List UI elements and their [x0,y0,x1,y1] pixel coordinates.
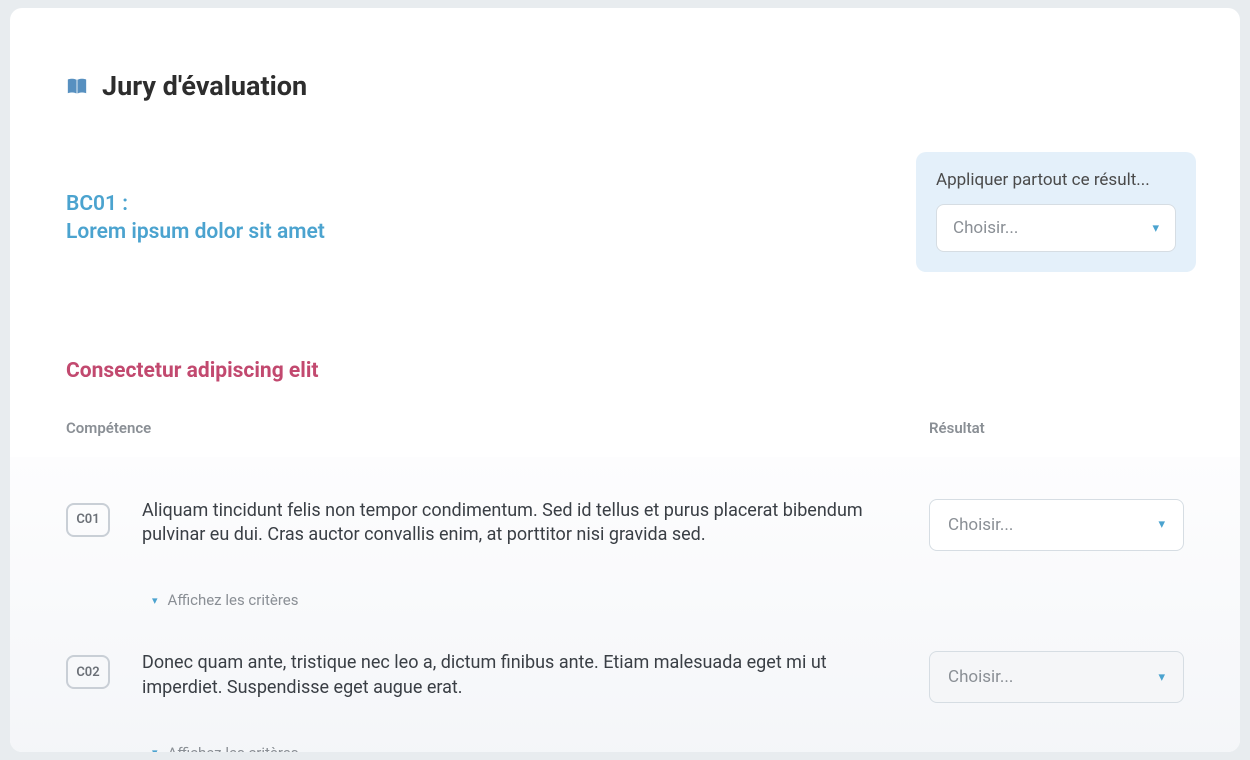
columns-header: Compétence Résultat [10,383,1240,437]
result-select[interactable]: Choisir... ▾ [929,651,1184,703]
select-placeholder: Choisir... [948,515,1013,535]
chevron-down-icon: ▾ [1158,670,1165,685]
apply-everywhere-select[interactable]: Choisir... ▾ [936,204,1176,252]
card-header: Jury d'évaluation [10,8,1240,102]
apply-everywhere-box: Appliquer partout ce résult... Choisir..… [916,152,1196,272]
row-body: Donec quam ante, tristique nec leo a, di… [142,651,1184,752]
chevron-down-icon: ▾ [1152,221,1159,236]
description-column: Donec quam ante, tristique nec leo a, di… [142,651,889,752]
chevron-down-icon: ▾ [152,746,158,752]
column-label-result: Résultat [929,419,1184,437]
table-row: C01 Aliquam tincidunt felis non tempor c… [10,457,1240,610]
select-placeholder: Choisir... [953,218,1018,238]
result-column: Choisir... ▾ [929,651,1184,752]
table-row: C02 Donec quam ante, tristique nec leo a… [10,609,1240,752]
description-column: Aliquam tincidunt felis non tempor condi… [142,499,889,610]
criteria-toggle-label: Affichez les critères [168,591,299,609]
column-label-competence: Compétence [66,419,929,437]
chevron-down-icon: ▾ [152,594,158,607]
evaluation-card: Jury d'évaluation BC01 : Lorem ipsum dol… [10,8,1240,752]
apply-everywhere-label: Appliquer partout ce résult... [936,170,1176,190]
show-criteria-toggle[interactable]: ▾ Affichez les critères [142,591,889,609]
select-placeholder: Choisir... [948,667,1013,687]
competence-code-badge: C02 [66,655,110,689]
competence-description: Donec quam ante, tristique nec leo a, di… [142,651,872,700]
bc-title: Lorem ipsum dolor sit amet [66,218,325,246]
top-section: BC01 : Lorem ipsum dolor sit amet Appliq… [10,102,1240,247]
show-criteria-toggle[interactable]: ▾ Affichez les critères [142,744,889,752]
competence-description: Aliquam tincidunt felis non tempor condi… [142,499,872,548]
chevron-down-icon: ▾ [1158,517,1165,532]
bc-code: BC01 : [66,190,325,218]
bc-heading: BC01 : Lorem ipsum dolor sit amet [66,190,325,247]
row-body: Aliquam tincidunt felis non tempor condi… [142,499,1184,610]
page-title: Jury d'évaluation [102,70,307,102]
result-select[interactable]: Choisir... ▾ [929,499,1184,551]
book-icon [66,76,88,96]
competence-code-badge: C01 [66,503,110,537]
rows-container: C01 Aliquam tincidunt felis non tempor c… [10,457,1240,752]
criteria-toggle-label: Affichez les critères [168,744,299,752]
result-column: Choisir... ▾ [929,499,1184,610]
